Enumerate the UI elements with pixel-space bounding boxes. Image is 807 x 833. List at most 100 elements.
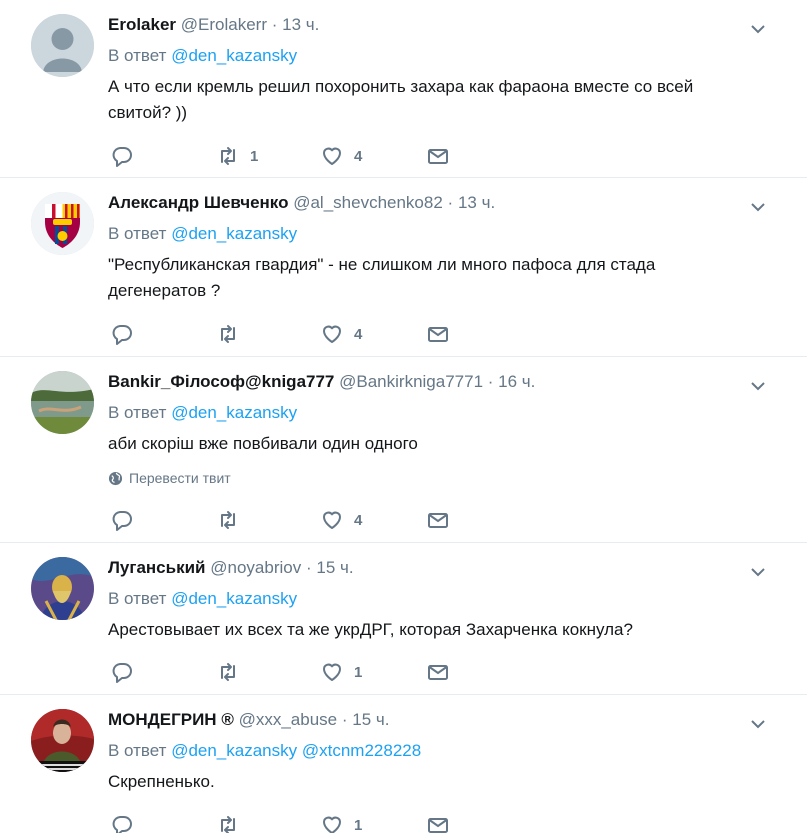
- retweet-icon: [221, 325, 235, 343]
- direct-message-button[interactable]: [426, 508, 450, 532]
- person-photo-avatar-icon: [31, 709, 94, 772]
- avatar[interactable]: [31, 371, 94, 434]
- chevron-down-icon[interactable]: [749, 377, 767, 395]
- tweet-header: Bankir_Філософ@kniga777 @Bankirkniga7771…: [108, 372, 536, 391]
- heart-icon: [323, 663, 341, 681]
- display-name[interactable]: Луганський: [108, 558, 206, 577]
- reply-context: В ответ @den_kazansky @xtcnm228228: [108, 740, 421, 762]
- mention-link[interactable]: @den_kazansky: [171, 46, 297, 65]
- timestamp[interactable]: 15 ч.: [316, 558, 353, 577]
- display-name[interactable]: Erolaker: [108, 15, 176, 34]
- avatar[interactable]: [31, 192, 94, 255]
- retweet-icon: [221, 511, 235, 529]
- mention-link[interactable]: @den_kazansky: [171, 403, 297, 422]
- timestamp[interactable]: 15 ч.: [352, 710, 389, 729]
- reply-icon: [112, 325, 132, 345]
- envelope-icon: [428, 818, 448, 833]
- translate-tweet-link[interactable]: Перевести твит: [108, 470, 231, 486]
- user-handle[interactable]: @xxx_abuse: [239, 710, 338, 729]
- reply-button[interactable]: [110, 660, 134, 684]
- heart-icon: [323, 147, 341, 165]
- mention-link[interactable]: @den_kazansky: [171, 224, 297, 243]
- reply-icon: [112, 816, 132, 833]
- heart-icon: [323, 325, 341, 343]
- like-count: 4: [354, 325, 363, 343]
- reply-context: В ответ @den_kazansky: [108, 402, 297, 424]
- name-badge: ®: [221, 710, 234, 729]
- envelope-icon: [428, 513, 448, 528]
- like-button[interactable]: 4: [320, 144, 362, 168]
- tweet-text: Арестовывает их всех та же укрДРГ, котор…: [108, 620, 633, 639]
- like-button[interactable]: 1: [320, 813, 362, 833]
- retweet-button[interactable]: [216, 660, 250, 684]
- chevron-down-icon[interactable]: [749, 563, 767, 581]
- retweet-count: 1: [250, 147, 259, 165]
- avatar[interactable]: [31, 557, 94, 620]
- tweet-actions: 4: [108, 508, 468, 534]
- direct-message-button[interactable]: [426, 322, 450, 346]
- envelope-icon: [428, 149, 448, 164]
- direct-message-button[interactable]: [426, 660, 450, 684]
- reply-context: В ответ @den_kazansky: [108, 223, 297, 245]
- like-button[interactable]: 4: [320, 322, 362, 346]
- reply-button[interactable]: [110, 508, 134, 532]
- like-count: 1: [354, 816, 363, 833]
- tweet-text: Скрепненько.: [108, 772, 215, 791]
- chevron-down-icon[interactable]: [749, 20, 767, 38]
- avatar[interactable]: [31, 14, 94, 77]
- like-button[interactable]: 1: [320, 660, 362, 684]
- envelope-icon: [428, 665, 448, 680]
- user-handle[interactable]: @Erolakerr: [181, 15, 267, 34]
- retweet-button[interactable]: [216, 322, 250, 346]
- tweet-header: Erolaker @Erolakerr · 13 ч.: [108, 15, 320, 34]
- chevron-down-icon[interactable]: [749, 715, 767, 733]
- avatar[interactable]: [31, 709, 94, 772]
- like-button[interactable]: 4: [320, 508, 362, 532]
- tweet-text: аби скоріш вже повбивали один одного: [108, 434, 418, 453]
- mention-link[interactable]: @den_kazansky: [171, 589, 297, 608]
- tweet[interactable]: Александр Шевченко @al_shevchenko82 · 13…: [0, 178, 807, 357]
- landscape-avatar-icon: [31, 371, 94, 434]
- tweet-header: Александр Шевченко @al_shevchenko82 · 13…: [108, 193, 496, 212]
- user-handle[interactable]: @noyabriov: [210, 558, 301, 577]
- tweet-header: МОНДЕГРИН ® @xxx_abuse · 15 ч.: [108, 710, 390, 729]
- reply-context: В ответ @den_kazansky: [108, 45, 297, 67]
- chevron-down-icon[interactable]: [749, 198, 767, 216]
- reply-button[interactable]: [110, 322, 134, 346]
- retweet-button[interactable]: [216, 508, 250, 532]
- tweet[interactable]: Erolaker @Erolakerr · 13 ч. В ответ @den…: [0, 0, 807, 178]
- tweet[interactable]: Луганський @noyabriov · 15 ч. В ответ @d…: [0, 543, 807, 695]
- user-handle[interactable]: @Bankirkniga7771: [339, 372, 483, 391]
- like-count: 4: [354, 147, 363, 165]
- reply-button[interactable]: [110, 144, 134, 168]
- reply-icon: [112, 511, 132, 531]
- reply-button[interactable]: [110, 813, 134, 833]
- reply-prefix: В ответ: [108, 403, 167, 422]
- heart-icon: [323, 816, 341, 833]
- retweet-button[interactable]: [216, 813, 250, 833]
- timestamp[interactable]: 16 ч.: [498, 372, 535, 391]
- timestamp[interactable]: 13 ч.: [282, 15, 319, 34]
- direct-message-button[interactable]: [426, 813, 450, 833]
- tweet[interactable]: МОНДЕГРИН ® @xxx_abuse · 15 ч. В ответ @…: [0, 695, 807, 833]
- reply-context: В ответ @den_kazansky: [108, 588, 297, 610]
- timestamp[interactable]: 13 ч.: [458, 193, 495, 212]
- mention-link[interactable]: @den_kazansky: [171, 741, 297, 760]
- retweet-button[interactable]: 1: [216, 144, 258, 168]
- reply-prefix: В ответ: [108, 741, 167, 760]
- like-count: 4: [354, 511, 363, 529]
- tweet-actions: 1 4: [108, 144, 468, 170]
- direct-message-button[interactable]: [426, 144, 450, 168]
- display-name[interactable]: Bankir_Філософ@kniga777: [108, 372, 334, 391]
- display-name[interactable]: МОНДЕГРИН: [108, 710, 217, 729]
- reply-prefix: В ответ: [108, 589, 167, 608]
- translate-label: Перевести твит: [129, 470, 231, 486]
- retweet-icon: [221, 147, 235, 165]
- user-handle[interactable]: @al_shevchenko82: [293, 193, 443, 212]
- tweet-header: Луганський @noyabriov · 15 ч.: [108, 558, 354, 577]
- reply-icon: [112, 663, 132, 683]
- tweet[interactable]: Bankir_Філософ@kniga777 @Bankirkniga7771…: [0, 357, 807, 543]
- mention-link[interactable]: @xtcnm228228: [302, 741, 421, 760]
- retweet-icon: [221, 663, 235, 681]
- display-name[interactable]: Александр Шевченко: [108, 193, 288, 212]
